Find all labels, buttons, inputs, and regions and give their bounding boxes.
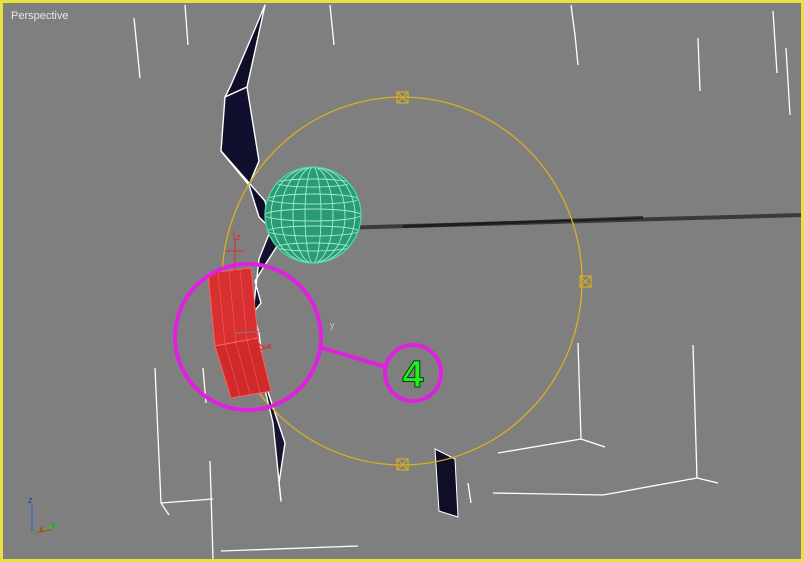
wire-line xyxy=(785,47,791,116)
wire-line xyxy=(492,492,604,496)
wire-line xyxy=(497,438,582,454)
wire-line xyxy=(696,477,719,484)
wire-line xyxy=(133,17,141,79)
wire-line xyxy=(329,4,335,46)
wire-line xyxy=(692,344,698,479)
wire-line xyxy=(160,502,170,516)
wire-line xyxy=(602,477,698,496)
wire-line xyxy=(577,342,582,440)
gizmo-y-label: y xyxy=(330,320,335,330)
wire-line xyxy=(209,460,214,559)
wire-line xyxy=(697,37,701,92)
scene-canvas[interactable]: z y x 4 z x y xyxy=(3,3,801,559)
wire-line xyxy=(184,4,189,46)
wire-line xyxy=(154,367,162,504)
rod-shape xyxy=(338,213,801,230)
world-z-label: z xyxy=(28,495,33,505)
perspective-viewport[interactable]: z y x 4 z x y Perspective xyxy=(0,0,804,562)
callout-leader-line xyxy=(318,345,387,369)
world-axis-tripod: z x y xyxy=(28,495,59,534)
wire-line xyxy=(160,498,214,504)
gizmo-x-label: x xyxy=(267,341,272,351)
wire-line xyxy=(574,34,579,66)
world-y-label: y xyxy=(51,520,56,530)
viewport-label[interactable]: Perspective xyxy=(11,10,68,22)
twisted-blade-mesh xyxy=(220,4,286,502)
wire-line xyxy=(580,438,606,448)
world-x-label: x xyxy=(39,524,44,534)
wire-line xyxy=(467,482,472,504)
wire-line xyxy=(220,545,359,552)
callout-number: 4 xyxy=(402,354,423,396)
gizmo-z-label: z xyxy=(236,232,241,242)
wire-line xyxy=(772,10,778,74)
wireframe-sphere[interactable] xyxy=(264,166,362,264)
wire-line xyxy=(570,4,576,36)
